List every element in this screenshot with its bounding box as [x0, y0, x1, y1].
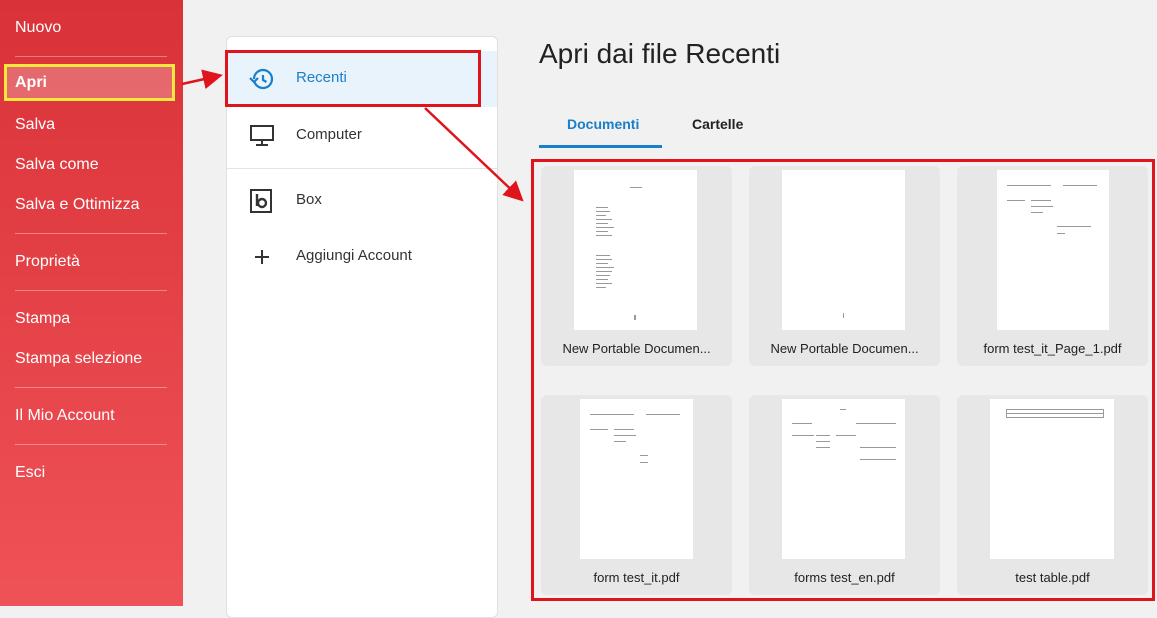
location-add-account[interactable]: Aggiungi Account: [227, 229, 497, 285]
menu-divider: [15, 233, 167, 234]
menu-item-stampa-selezione[interactable]: Stampa selezione: [15, 349, 142, 369]
active-tab-indicator: [539, 145, 662, 148]
page-title: Apri dai file Recenti: [539, 38, 781, 69]
menu-item-proprieta[interactable]: Proprietà: [15, 252, 80, 272]
location-label: Computer: [296, 126, 362, 143]
locations-panel: Recenti Computer Box Aggiungi Account: [226, 36, 498, 618]
menu-item-salva[interactable]: Salva: [15, 115, 55, 135]
location-label: Box: [296, 191, 322, 208]
tab-cartelle[interactable]: Cartelle: [692, 116, 743, 132]
menu-item-account[interactable]: Il Mio Account: [15, 406, 115, 426]
monitor-icon: [250, 125, 274, 146]
location-computer[interactable]: Computer: [227, 108, 497, 164]
arrow-apri-to-recenti: [181, 69, 223, 90]
location-box[interactable]: Box: [227, 173, 497, 229]
menu-divider: [15, 444, 167, 445]
box-icon: [250, 189, 272, 213]
menu-item-salva-come[interactable]: Salva come: [15, 155, 99, 175]
menu-item-apri[interactable]: Apri: [4, 64, 175, 101]
menu-divider: [15, 387, 167, 388]
menu-item-stampa[interactable]: Stampa: [15, 309, 70, 329]
menu-item-apri-label: Apri: [15, 74, 47, 91]
location-label: Aggiungi Account: [296, 247, 412, 264]
file-menu: Nuovo Apri Salva Salva come Salva e Otti…: [0, 0, 183, 606]
menu-item-salva-ottimizza[interactable]: Salva e Ottimizza: [15, 195, 139, 215]
menu-item-nuovo[interactable]: Nuovo: [15, 18, 61, 38]
menu-divider: [15, 56, 167, 57]
annotation-highlight-recenti: [225, 50, 481, 107]
plus-icon: [255, 250, 269, 264]
location-divider: [227, 168, 497, 169]
tab-documenti[interactable]: Documenti: [567, 116, 639, 132]
annotation-highlight-files: [531, 159, 1155, 601]
menu-item-esci[interactable]: Esci: [15, 463, 45, 483]
menu-divider: [15, 290, 167, 291]
